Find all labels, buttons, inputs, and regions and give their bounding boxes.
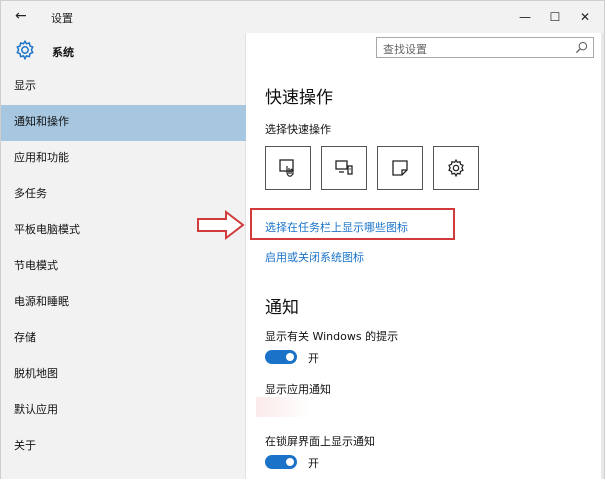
- sidebar-item-about[interactable]: 关于: [1, 429, 246, 465]
- nav-list: 显示 通知和操作 应用和功能 多任务 平板电脑模式 节电模式 电源和睡眠 存储 …: [1, 69, 246, 465]
- highlight-box: [250, 208, 455, 240]
- minimize-button[interactable]: —: [511, 5, 539, 29]
- maximize-button[interactable]: ☐: [541, 5, 569, 29]
- sidebar-item-battery-saver[interactable]: 节电模式: [1, 249, 246, 285]
- sidebar-item-notifications[interactable]: 通知和操作: [1, 105, 246, 141]
- search-placeholder: 查找设置: [383, 43, 427, 56]
- gear-icon: [16, 39, 34, 61]
- search-icon[interactable]: [575, 41, 588, 54]
- connect-icon: [335, 160, 353, 175]
- tablet-touch-icon: [279, 159, 294, 177]
- title-bar: ← 设置 — ☐ ✕: [1, 1, 604, 33]
- system-icons-link[interactable]: 启用或关闭系统图标: [265, 249, 364, 265]
- notifications-heading: 通知: [265, 298, 299, 318]
- scrollbar[interactable]: [601, 33, 604, 479]
- hidden-toggle-area: [256, 397, 436, 417]
- sidebar-item-default-apps[interactable]: 默认应用: [1, 393, 246, 429]
- sidebar-title: 系统: [52, 46, 74, 59]
- lock-screen-toggle[interactable]: [265, 455, 297, 469]
- quick-action-settings[interactable]: [433, 146, 479, 190]
- sidebar-item-power-sleep[interactable]: 电源和睡眠: [1, 285, 246, 321]
- settings-icon: [448, 158, 464, 178]
- arrow-right-icon: [197, 210, 245, 240]
- sidebar: 系统 显示 通知和操作 应用和功能 多任务 平板电脑模式 节电模式 电源和睡眠 …: [1, 33, 246, 479]
- quick-action-note[interactable]: [377, 146, 423, 190]
- sidebar-item-offline-maps[interactable]: 脱机地图: [1, 357, 246, 393]
- quick-action-connect[interactable]: [321, 146, 367, 190]
- back-arrow-icon[interactable]: ←: [15, 8, 27, 24]
- lock-screen-notifications-label: 在锁屏界面上显示通知: [265, 435, 375, 448]
- app-notifications-label: 显示应用通知: [265, 383, 331, 396]
- sidebar-item-apps[interactable]: 应用和功能: [1, 141, 246, 177]
- sidebar-item-display[interactable]: 显示: [1, 69, 246, 105]
- search-input[interactable]: 查找设置: [376, 37, 594, 58]
- close-button[interactable]: ✕: [571, 5, 599, 29]
- quick-action-tablet[interactable]: [265, 146, 311, 190]
- windows-tips-toggle[interactable]: [265, 350, 297, 364]
- quick-actions-heading: 快速操作: [265, 88, 333, 108]
- windows-tips-toggle-state: 开: [308, 352, 319, 365]
- main-content: 查找设置 快速操作 选择快速操作 选择在任务栏上显示哪些图标 启用或关闭系统图标…: [246, 33, 604, 479]
- sidebar-item-multitasking[interactable]: 多任务: [1, 177, 246, 213]
- select-quick-actions-label: 选择快速操作: [265, 123, 331, 136]
- note-icon: [392, 160, 408, 176]
- sidebar-item-storage[interactable]: 存储: [1, 321, 246, 357]
- lock-screen-toggle-state: 开: [308, 457, 319, 470]
- window-title: 设置: [51, 12, 73, 25]
- windows-tips-label: 显示有关 Windows 的提示: [265, 330, 399, 343]
